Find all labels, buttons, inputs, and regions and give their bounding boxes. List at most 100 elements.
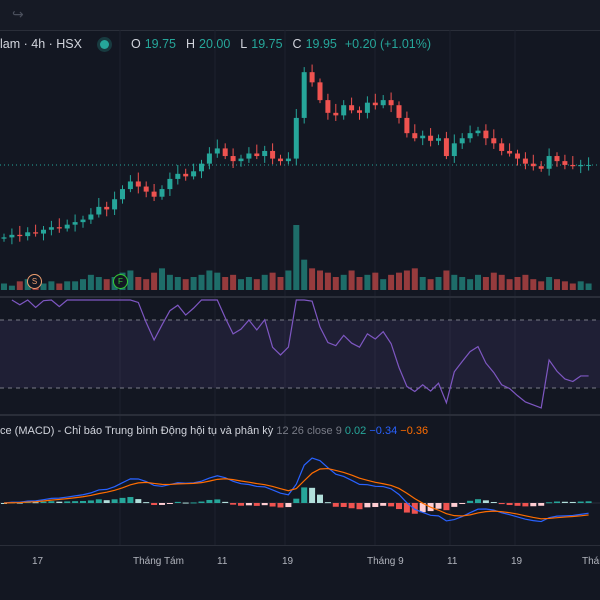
candle-body — [309, 72, 315, 83]
candle-body — [443, 138, 449, 157]
chart-canvas[interactable] — [0, 0, 600, 600]
candle-body — [499, 143, 505, 151]
macd-histogram-bar — [206, 499, 213, 503]
macd-histogram-bar — [111, 499, 118, 503]
candle-body — [262, 150, 268, 157]
candle-body — [222, 148, 228, 157]
macd-histogram-bar — [80, 501, 86, 503]
symbol-title[interactable]: lam · 4h · HSX — [0, 37, 82, 51]
volume-bar — [364, 274, 371, 290]
macd-histogram-bar — [475, 499, 481, 503]
macd-histogram-bar — [569, 501, 576, 503]
volume-bar — [64, 281, 71, 290]
volume-bar — [174, 277, 181, 290]
macd-histogram-bar — [190, 502, 197, 504]
volume-bar — [538, 281, 545, 290]
volume-bar — [8, 285, 15, 290]
volume-bar — [561, 281, 568, 290]
volume-bar — [214, 272, 221, 290]
macd-histogram-bar — [451, 503, 458, 507]
macd-histogram-bar — [490, 501, 497, 503]
candle-body — [230, 156, 236, 162]
volume-bar — [1, 283, 7, 290]
candle-body — [578, 164, 584, 167]
volume-bar — [127, 270, 134, 290]
candle-body — [325, 100, 331, 113]
macd-legend: ce (MACD) - Chỉ báo Trung bình Động hội … — [0, 425, 428, 437]
volume-bar — [585, 283, 592, 290]
candle-body — [143, 186, 149, 192]
volume-bar — [309, 268, 316, 290]
low-label: L — [240, 37, 248, 51]
candle-body — [48, 227, 54, 230]
volume-bar — [245, 277, 252, 290]
candle-body — [56, 227, 62, 229]
macd-histogram-bar — [530, 503, 537, 507]
candle-body — [530, 163, 536, 167]
candle-body — [104, 206, 110, 210]
volume-bar — [238, 279, 244, 290]
macd-histogram-bar — [538, 503, 545, 506]
volume-bar — [340, 274, 347, 290]
candle-body — [396, 105, 402, 118]
time-axis[interactable]: 17 Tháng Tám 11 19 Tháng 9 11 19 Thán — [0, 545, 600, 576]
candle-body — [404, 117, 410, 134]
macd-histogram-bar — [514, 503, 521, 506]
volume-bar — [482, 277, 489, 290]
volume-bar — [301, 259, 308, 290]
open-value: 19.75 — [144, 37, 176, 51]
candle-body — [341, 105, 347, 116]
macd-histogram-bar — [324, 502, 331, 504]
macd-histogram-bar — [506, 503, 513, 506]
candle-body — [546, 156, 552, 169]
candle-body — [357, 110, 362, 113]
candle-body — [270, 150, 276, 159]
candle-body — [380, 100, 386, 106]
candle-body — [238, 158, 244, 162]
time-tick: 11 — [217, 556, 228, 567]
candle-body — [72, 222, 78, 225]
event-marker-s[interactable]: S — [27, 274, 42, 289]
macd-histogram-bar — [443, 503, 450, 511]
macd-histogram-bar — [87, 500, 94, 503]
macd-hist-value: 0.02 — [344, 425, 367, 437]
volume-bar — [522, 274, 529, 290]
change-value: +0.20 (+1.01%) — [344, 37, 432, 51]
candle-body — [459, 138, 465, 144]
macd-histogram-bar — [348, 503, 355, 509]
volume-bar — [467, 279, 474, 290]
volume-bar — [135, 277, 142, 290]
volume-bar — [206, 270, 213, 290]
candle-body — [1, 237, 7, 239]
time-tick: Tháng 9 — [367, 556, 404, 567]
candle-body — [120, 189, 125, 200]
volume-bar — [459, 277, 466, 290]
macd-histogram-bar — [119, 497, 126, 503]
volume-bar — [490, 272, 497, 290]
macd-histogram-bar — [435, 503, 442, 509]
macd-histogram-bar — [56, 501, 63, 503]
candle-body — [183, 173, 189, 177]
macd-histogram-bar — [238, 503, 244, 506]
volume-bar — [332, 277, 339, 290]
candle-body — [96, 206, 102, 215]
candle-body — [475, 130, 481, 134]
candle-body — [483, 130, 489, 139]
candle-body — [64, 224, 70, 229]
macd-title[interactable]: ce (MACD) - Chỉ báo Trung bình Động hội … — [0, 425, 273, 437]
macd-histogram-bar — [388, 503, 395, 507]
volume-bar — [143, 279, 150, 290]
event-marker-f[interactable]: F — [113, 274, 128, 289]
candle-body — [127, 181, 133, 190]
candle-body — [412, 133, 418, 139]
macd-histogram-bar — [103, 500, 110, 503]
macd-histogram-bar — [356, 503, 363, 510]
open-label: O — [130, 37, 141, 51]
macd-value: −0.34 — [369, 425, 398, 437]
volume-bar — [475, 274, 481, 290]
macd-histogram-bar — [261, 503, 268, 506]
volume-bar — [530, 279, 537, 290]
candle-body — [214, 148, 220, 154]
macd-histogram-bar — [159, 503, 165, 505]
candle-body — [9, 234, 15, 238]
